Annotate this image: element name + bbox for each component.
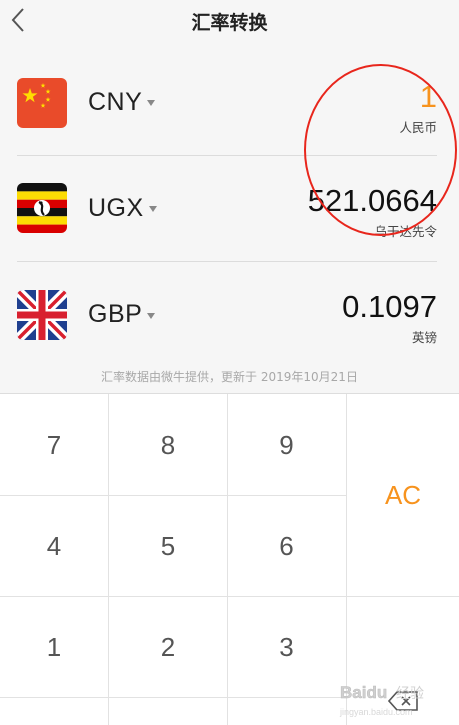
key-5[interactable]: 5 bbox=[109, 496, 227, 596]
clear-all-button[interactable]: AC bbox=[347, 395, 459, 596]
key-2[interactable]: 2 bbox=[109, 597, 227, 697]
key-6[interactable]: 6 bbox=[228, 496, 345, 596]
key-blank[interactable] bbox=[0, 698, 108, 725]
keypad-divider bbox=[346, 596, 459, 597]
key-8[interactable]: 8 bbox=[109, 395, 227, 495]
key-blank[interactable] bbox=[109, 698, 227, 725]
keypad-divider bbox=[0, 697, 346, 698]
keypad-divider bbox=[346, 394, 347, 725]
currency-name: 人民币 bbox=[399, 120, 437, 135]
keypad: 7 8 9 4 5 6 1 2 3 AC bbox=[0, 393, 459, 725]
key-9[interactable]: 9 bbox=[228, 395, 345, 495]
chevron-down-icon[interactable] bbox=[149, 206, 157, 212]
china-flag-icon bbox=[17, 78, 67, 128]
currency-code[interactable]: CNY bbox=[88, 88, 142, 117]
page-title: 汇率转换 bbox=[191, 12, 268, 34]
chevron-down-icon[interactable] bbox=[147, 100, 155, 106]
chevron-down-icon[interactable] bbox=[147, 313, 155, 319]
keypad-divider bbox=[227, 394, 228, 725]
currency-row-ugx[interactable]: UGX 521.0664 乌干达先令 bbox=[0, 156, 459, 262]
currency-name: 英镑 bbox=[411, 330, 437, 345]
header-bar: 汇率转换 bbox=[0, 0, 459, 40]
uk-flag-icon bbox=[17, 290, 67, 340]
key-7[interactable]: 7 bbox=[0, 395, 108, 495]
uganda-flag-icon bbox=[17, 183, 67, 233]
currency-amount[interactable]: 1 bbox=[420, 79, 437, 115]
currency-row-cny[interactable]: CNY 1 人民币 bbox=[0, 50, 459, 156]
keypad-divider bbox=[0, 495, 346, 496]
keypad-divider bbox=[0, 596, 346, 597]
currency-row-gbp[interactable]: GBP 0.1097 英镑 bbox=[0, 262, 459, 368]
key-4[interactable]: 4 bbox=[0, 496, 108, 596]
key-blank[interactable] bbox=[228, 698, 345, 725]
currency-amount[interactable]: 521.0664 bbox=[308, 183, 437, 219]
keypad-divider bbox=[108, 394, 109, 725]
backspace-button[interactable] bbox=[347, 597, 459, 725]
rate-source-note: 汇率数据由微牛提供，更新于 2019年10月21日 bbox=[101, 370, 358, 384]
currency-name: 乌干达先令 bbox=[374, 224, 437, 239]
key-3[interactable]: 3 bbox=[228, 597, 345, 697]
currency-amount[interactable]: 0.1097 bbox=[342, 289, 437, 325]
backspace-icon bbox=[388, 691, 418, 711]
key-1[interactable]: 1 bbox=[0, 597, 108, 697]
currency-code[interactable]: UGX bbox=[88, 194, 144, 223]
currency-code[interactable]: GBP bbox=[88, 300, 142, 329]
